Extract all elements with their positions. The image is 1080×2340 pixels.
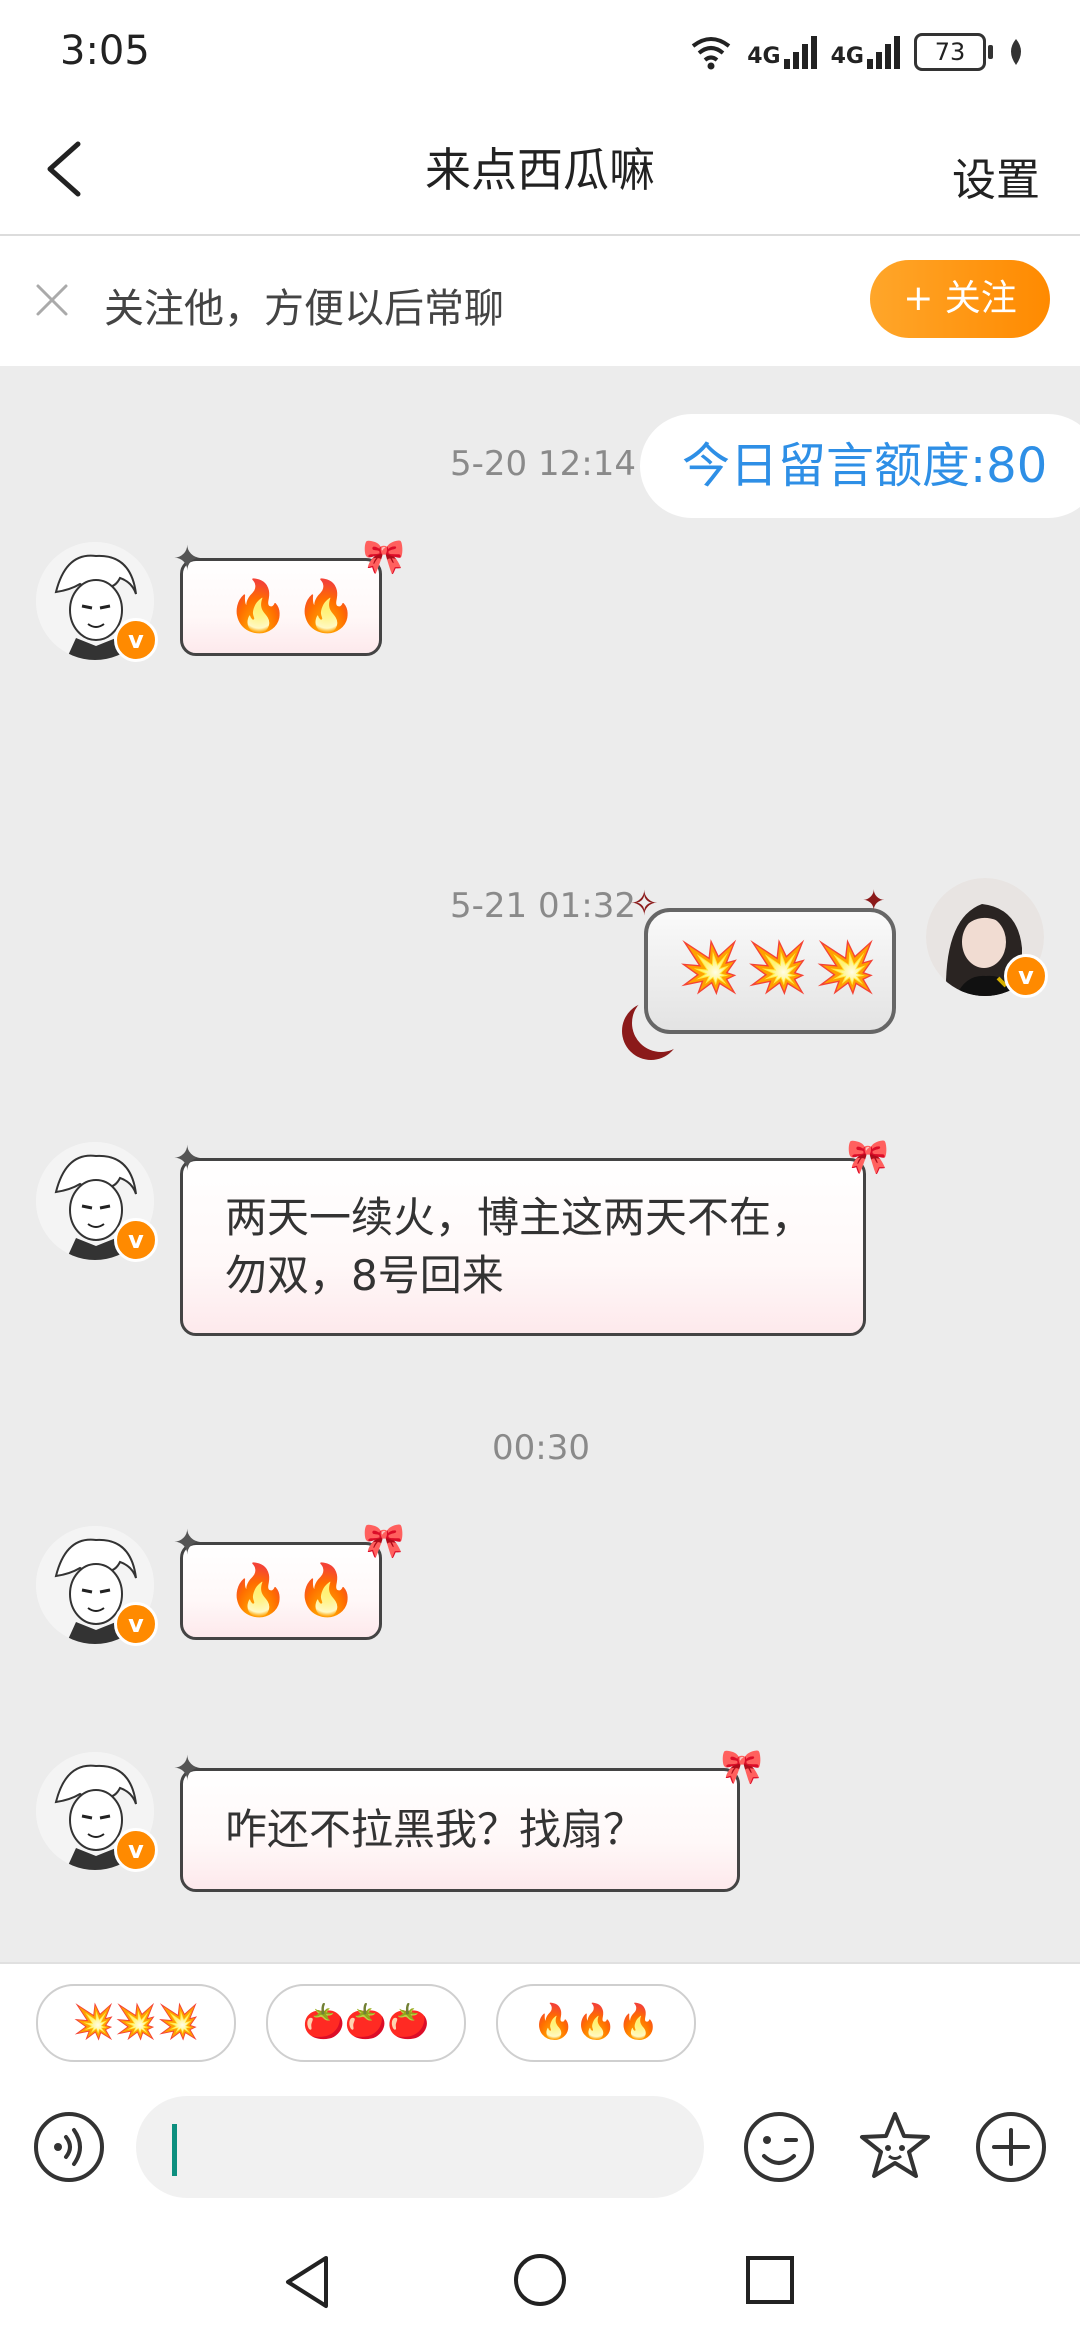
bow-decoration-icon: 🎀 — [362, 1521, 405, 1561]
sparkle-decoration-icon: ✦ — [862, 884, 886, 917]
star-decoration-icon: ✦ — [173, 539, 202, 579]
message-input-bar — [0, 2078, 1080, 2216]
star-decoration-icon: ✦ — [173, 1139, 202, 1179]
message-bubble[interactable]: ✦ 🎀 咋还不拉黑我？找扇？ — [173, 1747, 763, 1892]
nav-home-icon[interactable] — [512, 2252, 568, 2308]
message-bubble[interactable]: ✦ 🎀 🔥🔥 — [173, 1521, 405, 1640]
message-quota-badge: 今日留言额度:80 — [640, 414, 1080, 518]
network-type-label: 4G — [830, 44, 864, 69]
verified-badge-icon: v — [114, 618, 158, 662]
status-bar: 3:05 4G 4G 73 — [0, 0, 1080, 104]
quick-reply-chip[interactable]: 🔥🔥🔥 — [496, 1984, 696, 2062]
system-nav-bar — [0, 2216, 1080, 2340]
signal-bars-icon — [867, 35, 900, 69]
message-text: 🔥🔥 — [227, 577, 364, 635]
verified-badge-icon: v — [114, 1218, 158, 1262]
voice-icon[interactable] — [30, 2108, 108, 2186]
quick-reply-bar: 💥💥💥 🍅🍅🍅 🔥🔥🔥 — [0, 1962, 1080, 2080]
my-avatar[interactable]: v — [926, 878, 1048, 998]
chat-message-list[interactable]: 5-20 12:14 今日留言额度:80 v ✦ 🎀 🔥🔥 5-21 01:32 — [0, 368, 1080, 1962]
message-text: 两天一续火，博主这两天不在，勿双，8号回来 — [225, 1193, 814, 1300]
nav-recents-icon[interactable] — [744, 2254, 796, 2306]
verified-badge-icon: v — [114, 1602, 158, 1646]
contact-avatar[interactable]: v — [36, 542, 158, 662]
battery-indicator: 73 — [914, 33, 993, 71]
bow-decoration-icon: 🎀 — [846, 1137, 889, 1177]
quick-reply-chip[interactable]: 🍅🍅🍅 — [266, 1984, 466, 2062]
contact-avatar[interactable]: v — [36, 1526, 158, 1646]
message-input[interactable] — [136, 2096, 704, 2198]
message-timestamp: 5-20 12:14 — [450, 444, 636, 484]
verified-badge-icon: v — [1004, 954, 1048, 998]
message-timestamp: 00:30 — [492, 1428, 590, 1468]
sparkle-decoration-icon: ✧ — [630, 884, 659, 924]
follow-banner: 关注他，方便以后常聊 + 关注 — [0, 236, 1080, 366]
message-timestamp: 5-21 01:32 — [450, 886, 636, 926]
message-bubble[interactable]: ✦ 🎀 🔥🔥 — [173, 537, 405, 656]
settings-button[interactable]: 设置 — [952, 144, 1040, 208]
crescent-moon-icon — [632, 994, 690, 1052]
network-type-label: 4G — [747, 44, 781, 69]
star-decoration-icon: ✦ — [173, 1749, 202, 1789]
contact-avatar[interactable]: v — [36, 1142, 158, 1262]
close-icon[interactable] — [34, 282, 70, 318]
message-text: 🔥🔥 — [227, 1561, 364, 1619]
bow-decoration-icon: 🎀 — [362, 537, 405, 577]
sticker-star-icon[interactable] — [856, 2108, 934, 2186]
signal-bars-icon — [783, 35, 817, 69]
leaf-icon — [1011, 39, 1021, 65]
message-text: 💥💥💥 — [678, 938, 883, 996]
quick-reply-chip[interactable]: 💥💥💥 — [36, 1984, 236, 2062]
text-cursor — [172, 2124, 177, 2176]
signal-indicator-1: 4G — [747, 35, 817, 69]
status-icons: 4G 4G 73 — [689, 28, 1026, 76]
follow-button[interactable]: + 关注 — [870, 260, 1050, 338]
nav-back-icon[interactable] — [282, 2254, 332, 2310]
star-decoration-icon: ✦ — [173, 1523, 202, 1563]
status-time: 3:05 — [60, 28, 150, 74]
signal-indicator-2: 4G — [831, 35, 900, 69]
contact-avatar[interactable]: v — [36, 1752, 158, 1872]
follow-prompt-text: 关注他，方便以后常聊 — [104, 286, 504, 332]
message-bubble[interactable]: ✦ 🎀 两天一续火，博主这两天不在，勿双，8号回来 — [173, 1137, 889, 1336]
verified-badge-icon: v — [114, 1828, 158, 1872]
add-icon[interactable] — [972, 2108, 1050, 2186]
bow-decoration-icon: 🎀 — [720, 1747, 763, 1787]
wifi-icon — [692, 37, 731, 70]
message-text: 咋还不拉黑我？找扇？ — [225, 1805, 646, 1854]
emoji-icon[interactable] — [740, 2108, 818, 2186]
page-title: 来点西瓜嘛 — [425, 143, 655, 197]
chat-header: 来点西瓜嘛 设置 — [0, 104, 1080, 236]
